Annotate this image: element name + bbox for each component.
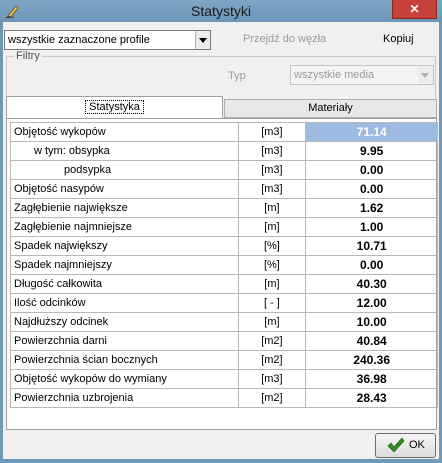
stat-value-cell[interactable]: 12.00 [305,293,438,313]
stat-name-cell: Spadek najmniejszy [10,255,239,275]
table-row[interactable]: Objętość nasypów [m3] 0.00 [10,179,438,199]
stat-unit-cell: [m] [237,312,307,332]
statistics-window: Statystyki ✕ wszystkie zaznaczone profil… [0,0,442,463]
filters-label: Filtry [14,50,42,62]
table-row[interactable]: Spadek najmniejszy [%] 0.00 [10,255,438,275]
stat-unit-cell: [m] [237,274,307,294]
table-row[interactable]: Zagłębienie największe [m] 1.62 [10,198,438,218]
table-row[interactable]: Objętość wykopów do wymiany [m3] 36.98 [10,369,438,389]
stat-name-cell: Powierzchnia ścian bocznych [10,350,239,370]
stat-unit-cell: [m] [237,217,307,237]
stat-name-cell: Zagłębienie największe [10,198,239,218]
stat-unit-cell: [m3] [237,160,307,180]
bottom-bar: OK [3,431,439,459]
stat-unit-cell: [m] [237,198,307,218]
dialog-client-area: wszystkie zaznaczone profile Przejdź do … [3,22,439,459]
type-label: Typ [228,70,246,82]
tab-statistics-label: Statystyka [85,100,144,114]
stat-unit-cell: [%] [237,255,307,275]
copy-button[interactable]: Kopiuj [383,33,414,45]
table-row[interactable]: Najdłuższy odcinek [m] 10.00 [10,312,438,332]
stat-name-cell: Zagłębienie najmniejsze [10,217,239,237]
stat-value-cell[interactable]: 10.00 [305,312,438,332]
checkmark-icon [387,437,405,453]
stat-name-cell: Ilość odcinków [10,293,239,313]
stat-unit-cell: [m2] [237,388,307,408]
tab-materials[interactable]: Materiały [224,99,437,118]
media-type-select: wszystkie media [290,65,434,85]
stat-name-cell: Objętość wykopów do wymiany [10,369,239,389]
stat-unit-cell: [m3] [237,369,307,389]
table-row[interactable]: Ilość odcinków[ - ] 12.00 [10,293,438,313]
table-row[interactable]: w tym: obsypka [m3] 9.95 [10,141,438,161]
table-row[interactable]: Powierzchnia ścian bocznych [m2] 240.36 [10,350,438,370]
stat-unit-cell: [m3] [237,122,307,142]
stat-unit-cell: [ - ] [237,293,307,313]
ok-button[interactable]: OK [375,433,436,458]
goto-node-button[interactable]: Przejdź do węzła [243,33,326,45]
stat-value-cell[interactable]: 10.71 [305,236,438,256]
table-row[interactable]: Powierzchnia darni [m2] 40.84 [10,331,438,351]
chevron-down-icon[interactable] [195,31,210,49]
stat-value-cell[interactable]: 28.43 [305,388,438,408]
stat-unit-cell: [m3] [237,179,307,199]
stat-name-cell: Spadek największy [10,236,239,256]
stat-unit-cell: [%] [237,236,307,256]
table-row[interactable]: Zagłębienie najmniejsze [m] 1.00 [10,217,438,237]
stat-value-cell[interactable]: 71.14 [305,122,438,142]
ok-label: OK [409,439,425,451]
stat-value-cell[interactable]: 240.36 [305,350,438,370]
table-row[interactable]: Powierzchnia uzbrojenia [m2] 28.43 [10,388,438,408]
table-row[interactable]: Długość całkowita [m] 40.30 [10,274,438,294]
stat-unit-cell: [m3] [237,141,307,161]
close-button[interactable]: ✕ [392,0,437,19]
stat-unit-cell: [m2] [237,331,307,351]
table-row[interactable]: Spadek największy [%] 10.71 [10,236,438,256]
stat-name-cell: w tym: obsypka [10,141,239,161]
stat-value-cell[interactable]: 0.00 [305,179,438,199]
stat-value-cell[interactable]: 1.62 [305,198,438,218]
stat-value-cell[interactable]: 1.00 [305,217,438,237]
stat-name-cell: Powierzchnia darni [10,331,239,351]
stat-value-cell[interactable]: 0.00 [305,255,438,275]
stat-value-cell[interactable]: 0.00 [305,160,438,180]
stat-unit-cell: [m2] [237,350,307,370]
chevron-down-icon [418,66,433,84]
stat-name-cell: Długość całkowita [10,274,239,294]
stat-name-cell: Objętość wykopów [10,122,239,142]
stat-name-cell: Powierzchnia uzbrojenia [10,388,239,408]
statistics-panel: Objętość wykopów [m3] 71.14 w tym: obsypka[… [6,118,438,430]
media-type-select-value: wszystkie media [294,69,375,81]
tab-materials-label: Materiały [308,102,353,114]
stat-value-cell[interactable]: 40.30 [305,274,438,294]
stat-value-cell[interactable]: 9.95 [305,141,438,161]
window-title: Statystyki [191,3,251,19]
stat-value-cell[interactable]: 36.98 [305,369,438,389]
tab-statistics[interactable]: Statystyka [6,96,223,119]
stat-name-cell: Najdłuższy odcinek [10,312,239,332]
table-row[interactable]: podsypka [m3] 0.00 [10,160,438,180]
title-bar[interactable]: Statystyki ✕ [0,0,442,22]
stat-name-cell: podsypka [10,160,239,180]
profile-select[interactable]: wszystkie zaznaczone profile [4,30,211,50]
stat-name-cell: Objętość nasypów [10,179,239,199]
stat-value-cell[interactable]: 40.84 [305,331,438,351]
profile-select-value: wszystkie zaznaczone profile [8,34,150,46]
statistics-table: Objętość wykopów [m3] 71.14 w tym: obsypka[… [10,122,438,408]
table-row[interactable]: Objętość wykopów [m3] 71.14 [10,122,438,142]
